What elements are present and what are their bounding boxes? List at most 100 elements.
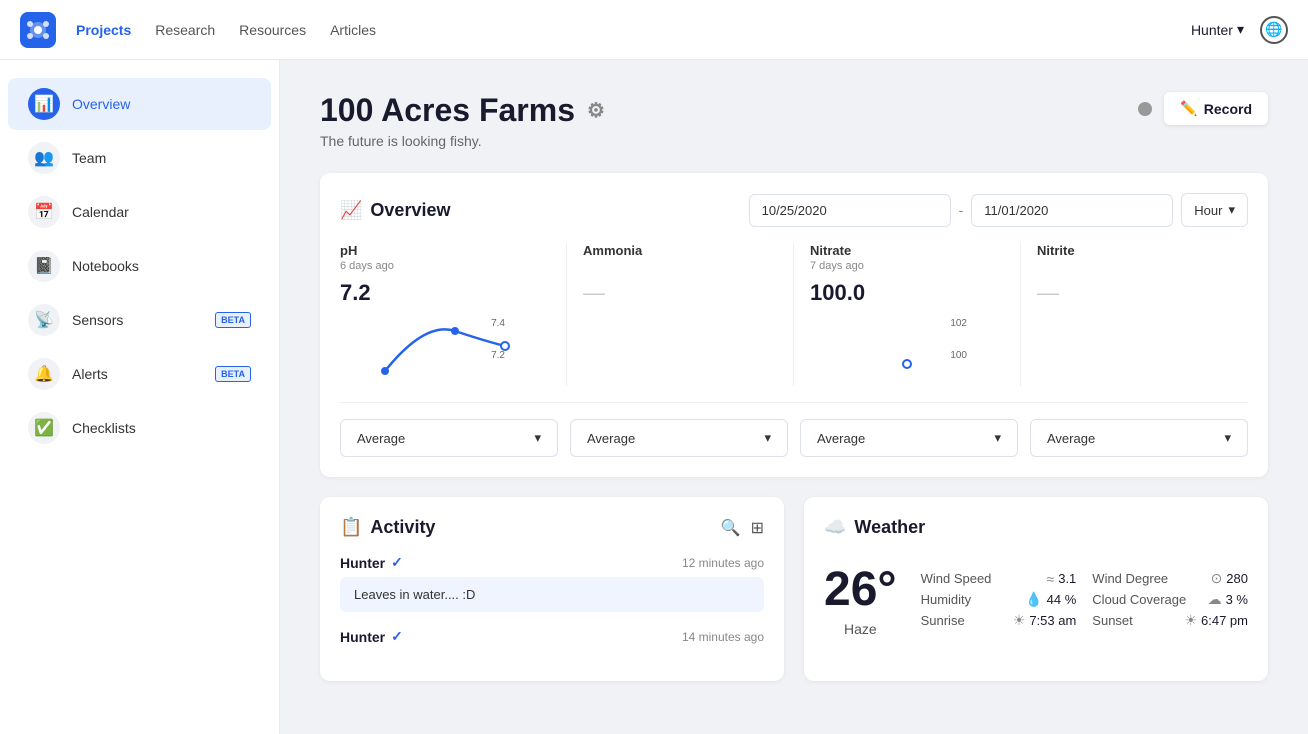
nav-resources[interactable]: Resources xyxy=(239,22,306,38)
farm-title: 100 Acres Farms xyxy=(320,92,575,129)
metric-nitrite: Nitrite — xyxy=(1021,243,1248,386)
activity-icon: 📋 xyxy=(340,517,362,538)
ph-dropdown[interactable]: Average ▾ xyxy=(340,419,558,457)
wind-degree-icon: ⊙ xyxy=(1211,570,1223,587)
wind-speed-key: Wind Speed xyxy=(921,571,992,586)
sensors-beta-badge: BETA xyxy=(215,312,251,328)
activity-entry-2: Hunter ✓ 14 minutes ago xyxy=(340,628,764,645)
nav-articles[interactable]: Articles xyxy=(330,22,376,38)
layout-activity-button[interactable]: ⊞ xyxy=(751,518,764,538)
nitrite-dropdown[interactable]: Average ▾ xyxy=(1030,419,1248,457)
ph-chart: 7.4 7.2 xyxy=(340,306,550,386)
activity-check-2: ✓ xyxy=(391,628,403,645)
svg-text:7.4: 7.4 xyxy=(491,318,505,329)
nitrate-dropdown-label: Average xyxy=(817,431,865,446)
ammonia-dropdown[interactable]: Average ▾ xyxy=(570,419,788,457)
sidebar-label-notebooks: Notebooks xyxy=(72,258,139,274)
sidebar-item-overview[interactable]: 📊 Overview xyxy=(8,78,271,130)
weather-row-cloud-coverage: Cloud Coverage ☁ 3 % xyxy=(1092,591,1248,608)
ph-label: pH xyxy=(340,243,550,258)
humidity-val: 💧 44 % xyxy=(1025,591,1076,608)
sidebar-item-checklists[interactable]: ✅ Checklists xyxy=(8,402,271,454)
metric-nitrate: Nitrate 7 days ago 100.0 102 100 xyxy=(794,243,1021,386)
user-menu[interactable]: Hunter ▾ xyxy=(1191,21,1244,38)
wind-speed-val: ≈ 3.1 xyxy=(1047,571,1077,587)
weather-row-sunset: Sunset ☀ 6:47 pm xyxy=(1092,612,1248,629)
overview-label: Overview xyxy=(370,200,450,221)
ph-dropdown-chevron: ▾ xyxy=(534,430,541,446)
team-icon: 👥 xyxy=(28,142,60,174)
ph-dropdown-label: Average xyxy=(357,431,405,446)
sidebar-label-sensors: Sensors xyxy=(72,312,123,328)
nitrate-label: Nitrate xyxy=(810,243,1004,258)
activity-time-1: 12 minutes ago xyxy=(682,556,764,570)
overview-card: 📈 Overview - Hour ▾ pH 6 xyxy=(320,173,1268,477)
topnav: Projects Research Resources Articles Hun… xyxy=(0,0,1308,60)
nitrate-value: 100.0 xyxy=(810,280,1004,306)
alerts-icon: 🔔 xyxy=(28,358,60,390)
weather-row-humidity: Humidity 💧 44 % xyxy=(921,591,1077,608)
nitrite-dropdown-label: Average xyxy=(1047,431,1095,446)
sidebar-label-overview: Overview xyxy=(72,96,130,112)
date-to-input[interactable] xyxy=(971,194,1173,227)
humidity-key: Humidity xyxy=(921,592,972,607)
wind-degree-key: Wind Degree xyxy=(1092,571,1168,586)
sunset-icon: ☀ xyxy=(1184,612,1197,629)
humidity-icon: 💧 xyxy=(1025,591,1042,608)
sunrise-key: Sunrise xyxy=(921,613,965,628)
svg-text:7.2: 7.2 xyxy=(491,350,505,361)
logo[interactable] xyxy=(20,12,56,48)
date-from-input[interactable] xyxy=(749,194,951,227)
nitrite-dash: — xyxy=(1037,280,1232,306)
date-range: - Hour ▾ xyxy=(749,193,1248,227)
activity-tools: 🔍 ⊞ xyxy=(721,518,764,538)
weather-row-wind-speed: Wind Speed ≈ 3.1 xyxy=(921,570,1077,587)
calendar-icon: 📅 xyxy=(28,196,60,228)
sidebar-item-sensors[interactable]: 📡 Sensors BETA xyxy=(8,294,271,346)
ph-value: 7.2 xyxy=(340,280,550,306)
sensors-icon: 📡 xyxy=(28,304,60,336)
nav-research[interactable]: Research xyxy=(155,22,215,38)
interval-label: Hour xyxy=(1194,203,1222,218)
activity-title: 📋 Activity xyxy=(340,517,435,538)
metric-ph: pH 6 days ago 7.2 7.4 7.2 xyxy=(340,243,567,386)
activity-entry-1: Hunter ✓ 12 minutes ago Leaves in water.… xyxy=(340,554,764,612)
globe-icon[interactable]: 🌐 xyxy=(1260,16,1288,44)
weather-cloud-icon: ☁️ xyxy=(824,517,846,538)
notebooks-icon: 📓 xyxy=(28,250,60,282)
search-activity-button[interactable]: 🔍 xyxy=(721,518,741,538)
sidebar-label-checklists: Checklists xyxy=(72,420,136,436)
pencil-icon: ✏️ xyxy=(1180,100,1197,117)
nitrate-dropdown-chevron: ▾ xyxy=(994,430,1001,446)
interval-chevron: ▾ xyxy=(1228,202,1235,218)
sunrise-val: ☀ 7:53 am xyxy=(1013,612,1077,629)
sidebar-item-calendar[interactable]: 📅 Calendar xyxy=(8,186,271,238)
nitrite-dropdown-chevron: ▾ xyxy=(1224,430,1231,446)
dropdowns-row: Average ▾ Average ▾ Average ▾ Average ▾ xyxy=(340,419,1248,457)
weather-temp: 26° Haze xyxy=(824,562,897,637)
sidebar-label-calendar: Calendar xyxy=(72,204,129,220)
sidebar-label-alerts: Alerts xyxy=(72,366,108,382)
ammonia-dash: — xyxy=(583,280,777,306)
sunset-val: ☀ 6:47 pm xyxy=(1184,612,1248,629)
activity-username-1: Hunter xyxy=(340,555,385,571)
interval-select[interactable]: Hour ▾ xyxy=(1181,193,1248,227)
sidebar-item-alerts[interactable]: 🔔 Alerts BETA xyxy=(8,348,271,400)
record-button[interactable]: ✏️ Record xyxy=(1164,92,1268,125)
nitrate-chart: 102 100 xyxy=(810,306,1004,386)
nitrate-dropdown[interactable]: Average ▾ xyxy=(800,419,1018,457)
nav-projects[interactable]: Projects xyxy=(76,22,131,38)
sidebar: 📊 Overview 👥 Team 📅 Calendar 📓 Notebooks… xyxy=(0,60,280,734)
ammonia-label: Ammonia xyxy=(583,243,777,258)
sidebar-label-team: Team xyxy=(72,150,106,166)
main-content: 100 Acres Farms ⚙ The future is looking … xyxy=(280,60,1308,734)
overview-card-header: 📈 Overview - Hour ▾ xyxy=(340,193,1248,227)
page-header: 100 Acres Farms ⚙ The future is looking … xyxy=(320,92,1268,149)
wind-speed-icon: ≈ xyxy=(1047,571,1055,587)
page-title: 100 Acres Farms ⚙ xyxy=(320,92,1138,129)
gear-icon[interactable]: ⚙ xyxy=(587,98,605,123)
metric-ammonia: Ammonia — xyxy=(567,243,794,386)
sidebar-item-team[interactable]: 👥 Team xyxy=(8,132,271,184)
weather-label: Weather xyxy=(854,517,925,538)
sidebar-item-notebooks[interactable]: 📓 Notebooks xyxy=(8,240,271,292)
